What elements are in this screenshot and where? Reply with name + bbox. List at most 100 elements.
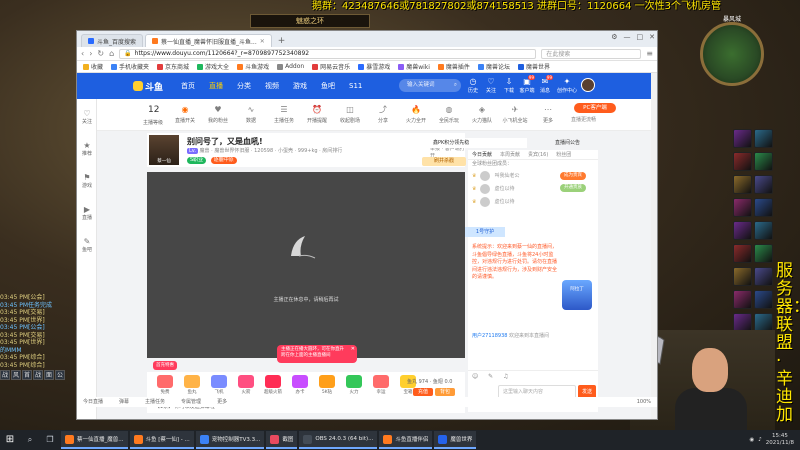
- skill-icon[interactable]: [733, 221, 752, 240]
- become-vip-button[interactable]: 成为贵宾: [560, 172, 586, 180]
- refresh-icon[interactable]: ↻: [97, 49, 104, 58]
- maximize-button[interactable]: □: [637, 33, 644, 41]
- bookmark-item[interactable]: 魔兽wiki: [398, 62, 430, 71]
- status-item[interactable]: 主播任务: [145, 397, 165, 407]
- status-item[interactable]: 专属管理: [181, 397, 201, 407]
- taskbar-app[interactable]: 斗鱼 [蔡一仙] - ...: [129, 431, 194, 449]
- network-icon[interactable]: ◉: [749, 437, 754, 443]
- toolbar-tool[interactable]: ⤴ 分享: [369, 105, 397, 124]
- minimize-button[interactable]: —: [624, 33, 631, 41]
- bookmark-item[interactable]: 收藏: [83, 62, 103, 71]
- status-item[interactable]: 更多: [217, 397, 227, 407]
- action-slot[interactable]: 首: [22, 370, 32, 380]
- bookmark-item[interactable]: 魔兽论坛: [477, 62, 510, 71]
- toolbar-tool[interactable]: ⋯ 更多: [534, 105, 562, 124]
- close-button[interactable]: ✕: [649, 33, 655, 41]
- chip-career[interactable]: S职业: [187, 157, 207, 164]
- promo-popup[interactable]: 主播正在播大圆环，可在你直升 跨在你上面的主播直播间 ✕: [277, 345, 357, 363]
- gift-item[interactable]: 超级火箭: [261, 375, 285, 397]
- action-slot[interactable]: 公: [55, 370, 65, 380]
- gift-item[interactable]: 火力: [342, 375, 366, 397]
- fight-button[interactable]: 刷并杀戳: [422, 157, 466, 166]
- close-tab-icon[interactable]: ✕: [260, 38, 265, 45]
- nav-yuba[interactable]: 鱼吧: [321, 81, 335, 91]
- action-slot[interactable]: 战: [33, 370, 43, 380]
- skill-icon[interactable]: [733, 129, 752, 148]
- taskbar-app[interactable]: OBS 24.0.3 (64 bit)...: [299, 431, 378, 449]
- page-scrollbar[interactable]: [651, 73, 657, 419]
- taskbar-app[interactable]: 宠物控制器TV3.3...: [195, 431, 265, 449]
- first-charge-badge[interactable]: 首充特惠: [153, 361, 177, 370]
- action-slot[interactable]: 战: [0, 370, 10, 380]
- message-button[interactable]: ✉ 消息 99: [537, 75, 553, 94]
- follow-button[interactable]: ♡ 关注: [483, 76, 499, 94]
- skill-icon[interactable]: [754, 244, 773, 263]
- skill-icon[interactable]: [733, 152, 752, 171]
- nav-video[interactable]: 视频: [265, 81, 279, 91]
- search-icon[interactable]: ⌕: [22, 432, 38, 448]
- recharge-button[interactable]: 充值: [413, 388, 433, 396]
- welcome-user[interactable]: 用户27118938: [472, 333, 507, 339]
- bookmark-item[interactable]: 魔兽世界: [517, 62, 550, 71]
- skill-icon[interactable]: [754, 152, 773, 171]
- gift-item[interactable]: 飞机: [207, 375, 231, 397]
- pc-client-button[interactable]: PC客户端: [574, 103, 616, 113]
- bookmark-item[interactable]: 京东商城: [157, 62, 189, 71]
- bookmark-item[interactable]: 手机收藏夹: [111, 62, 149, 71]
- bookmark-item[interactable]: 游戏大全: [197, 62, 229, 71]
- toolbar-tool[interactable]: ◍ 全民乐玩: [435, 105, 463, 124]
- skill-icon[interactable]: [733, 175, 752, 194]
- taskbar-app[interactable]: 魔兽世界: [434, 431, 477, 449]
- taskbar-app[interactable]: 斗鱼直播伴侣: [379, 431, 433, 449]
- nav-category[interactable]: 分类: [237, 81, 251, 91]
- bookmark-item[interactable]: 斗鱼游戏: [237, 62, 269, 71]
- gift-item[interactable]: 5K钻: [315, 375, 339, 397]
- back-icon[interactable]: ‹: [81, 49, 84, 58]
- toolbar-tool[interactable]: ☰ 主播任务: [270, 105, 298, 124]
- video-player[interactable]: 主播正在休息中，请稍后再试: [147, 172, 465, 358]
- home-icon[interactable]: ⌂: [109, 49, 114, 58]
- taskbar-app[interactable]: 截图: [266, 431, 298, 449]
- chat-tools[interactable]: ☺ ✎ ♫: [472, 373, 512, 380]
- taskbar-app[interactable]: 蔡一仙直播_魔兽...: [61, 431, 128, 449]
- creator-button[interactable]: ✦ 创作中心: [555, 76, 579, 94]
- minimap[interactable]: [700, 22, 764, 86]
- tab-week[interactable]: 本周贡献: [500, 150, 520, 159]
- announcement-link[interactable]: 直播间公告: [555, 138, 599, 148]
- volume-icon[interactable]: ♪: [758, 437, 762, 443]
- history-button[interactable]: ◷ 历史: [465, 76, 481, 94]
- settings-icon[interactable]: ⚙: [611, 33, 617, 41]
- close-icon[interactable]: ✕: [351, 346, 355, 352]
- toolbar-tool[interactable]: 🔥 火力全开: [402, 105, 430, 124]
- rail-item[interactable]: ★ 推荐: [77, 135, 97, 163]
- rail-item[interactable]: ▶ 直播: [77, 199, 97, 227]
- toolbar-tool[interactable]: ✈ 小飞机全站: [501, 105, 529, 124]
- gift-item[interactable]: 鱼丸: [180, 375, 204, 397]
- skill-icon[interactable]: [733, 198, 752, 217]
- noble-button[interactable]: 开通贵族: [560, 184, 586, 192]
- forward-icon[interactable]: ›: [89, 49, 92, 58]
- bookmark-item[interactable]: 暴雪游戏: [358, 62, 390, 71]
- nav-live[interactable]: 直播: [209, 81, 223, 91]
- gift-item[interactable]: 办卡: [288, 375, 312, 397]
- action-slot[interactable]: 风: [11, 370, 21, 380]
- tab-today[interactable]: 今日贡献: [472, 150, 492, 159]
- nav-home[interactable]: 首页: [181, 81, 195, 91]
- skill-icon[interactable]: [754, 129, 773, 148]
- download-button[interactable]: ⇩ 下载: [501, 76, 517, 94]
- gift-item[interactable]: 幸运: [369, 375, 393, 397]
- guard-tag[interactable]: 1号守护: [465, 227, 505, 237]
- url-input[interactable]: 🔒 https://www.douyu.com/1120664?_r=87098…: [119, 48, 537, 59]
- toolbar-tool[interactable]: ◉ 直播开关: [171, 105, 199, 124]
- browser-search-input[interactable]: 在此搜索: [541, 48, 642, 59]
- bookmark-item[interactable]: 网易云音乐: [312, 62, 350, 71]
- nav-games[interactable]: 游戏: [293, 81, 307, 91]
- rail-item[interactable]: ✎ 鱼吧: [77, 231, 97, 259]
- skill-icon[interactable]: [754, 290, 773, 309]
- rank-row[interactable]: ♛ 虚位以待: [468, 195, 598, 208]
- toolbar-tool[interactable]: ⏰ 开播提醒: [303, 105, 331, 124]
- gift-item[interactable]: 火箭: [234, 375, 258, 397]
- douyu-search-input[interactable]: 输入关键词 ⌕: [399, 79, 461, 92]
- action-slot[interactable]: 面: [44, 370, 54, 380]
- chip-event[interactable]: 逐鹿中原: [210, 157, 237, 164]
